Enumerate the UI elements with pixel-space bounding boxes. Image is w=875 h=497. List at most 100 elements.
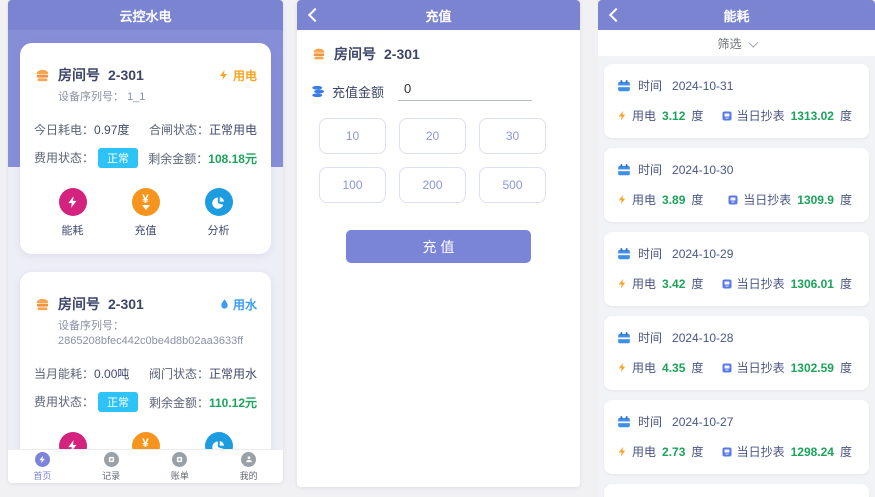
calendar-icon xyxy=(617,331,631,345)
time-label: 时间 xyxy=(638,329,662,346)
electric-type-label: 用电 xyxy=(233,67,257,84)
usage-unit: 度 xyxy=(691,191,703,208)
energy-entry-card: 时间 2024-10-28 用电 4.35 度 当日抄表 1302.59 度 xyxy=(604,316,869,390)
fee-status: 费用状态：正常 xyxy=(34,392,138,412)
action-analyze[interactable]: 分析 xyxy=(205,188,233,238)
energy-entry-card: 时间 2024-10-27 用电 2.73 度 当日抄表 1298.24 度 xyxy=(604,400,869,474)
quick-amount-button[interactable]: 100 xyxy=(319,167,386,203)
home-header: 云控水电 xyxy=(8,0,283,30)
meter-label: 当日抄表 xyxy=(737,275,785,292)
meter-value: 1306.01 xyxy=(791,277,834,291)
energy-entry-card: 时间 2024-10-30 用电 3.89 度 当日抄表 1309.9 度 xyxy=(604,148,869,222)
meter-unit: 度 xyxy=(840,275,852,292)
usage-value: 4.35 xyxy=(662,361,685,375)
room-label: 房间号 xyxy=(58,294,100,314)
tab-bills[interactable]: 账单 xyxy=(146,450,215,483)
bills-doc-icon xyxy=(172,452,187,467)
lightning-icon xyxy=(617,110,628,121)
chevron-down-icon xyxy=(748,37,758,47)
recharge-title: 充值 xyxy=(425,6,451,25)
room-number: 2-301 xyxy=(384,46,420,62)
tab-records[interactable]: 记录 xyxy=(77,450,146,483)
energy-title: 能耗 xyxy=(723,6,749,25)
coins-icon xyxy=(311,84,326,99)
home-title: 云控水电 xyxy=(119,6,171,25)
lightning-icon xyxy=(617,446,628,457)
usage-unit: 度 xyxy=(691,275,703,292)
back-icon[interactable] xyxy=(611,9,623,21)
quick-amount-button[interactable]: 20 xyxy=(399,118,466,154)
tab-mine[interactable]: 我的 xyxy=(214,450,283,483)
balance: 剩余金额：108.18元 xyxy=(148,150,257,167)
electric-type-tag: 用电 xyxy=(218,67,257,84)
status-badge: 正常 xyxy=(98,392,138,412)
water-type-label: 用水 xyxy=(233,296,257,313)
quick-amount-button[interactable]: 200 xyxy=(399,167,466,203)
usage-value: 3.42 xyxy=(662,277,685,291)
pie-chart-icon xyxy=(205,188,233,216)
meter-value: 1302.59 xyxy=(791,361,834,375)
quick-amount-button[interactable]: 30 xyxy=(479,118,546,154)
room-label: 房间号 xyxy=(334,44,376,64)
energy-entry-card: 时间 2024-10-29 用电 3.42 度 当日抄表 1306.01 度 xyxy=(604,232,869,306)
tab-bar: 首页 记录 账单 我的 xyxy=(8,449,283,483)
time-label: 时间 xyxy=(638,77,662,94)
meter-label: 当日抄表 xyxy=(737,107,785,124)
action-energy[interactable]: 能耗 xyxy=(59,188,87,238)
meter-value: 1309.9 xyxy=(797,193,834,207)
usage-label: 用电 xyxy=(632,443,656,460)
entry-date: 2024-10-29 xyxy=(672,247,733,261)
meter-icon xyxy=(727,194,739,206)
amount-input[interactable] xyxy=(398,81,532,101)
amount-label: 充值金额 xyxy=(332,82,384,101)
water-type-tag: 用水 xyxy=(219,296,257,313)
energy-entry-card: 时间 2024-10-31 用电 3.12 度 当日抄表 1313.02 度 xyxy=(604,64,869,138)
lightning-icon xyxy=(617,278,628,289)
meter-icon xyxy=(721,278,733,290)
usage-label: 用电 xyxy=(632,275,656,292)
time-label: 时间 xyxy=(638,245,662,262)
home-lightning-icon xyxy=(35,452,50,467)
serial-row: 设备序列号：2865208bfec442c0be4d8b02aa3633ff xyxy=(20,314,271,349)
quick-amounts: 10 20 30 100 200 500 xyxy=(311,118,566,203)
usage-unit: 度 xyxy=(691,107,703,124)
calendar-icon xyxy=(617,79,631,93)
energy-header: 能耗 xyxy=(598,0,875,30)
room-icon xyxy=(34,296,51,313)
usage-value: 3.89 xyxy=(662,193,685,207)
meter-icon xyxy=(721,110,733,122)
calendar-icon xyxy=(617,163,631,177)
lightning-icon xyxy=(617,194,628,205)
recharge-screen: 充值 房间号 2-301 充值金额 10 20 30 100 xyxy=(297,0,580,487)
home-screen: 云控水电 房间号 2-301 用电 设备序列号： 1_1 今日耗电：0.97度 … xyxy=(8,0,283,483)
entry-date: 2024-10-31 xyxy=(672,79,733,93)
quick-amount-button[interactable]: 500 xyxy=(479,167,546,203)
time-label: 时间 xyxy=(638,161,662,178)
tab-home[interactable]: 首页 xyxy=(8,450,77,483)
balance: 剩余金额：110.12元 xyxy=(149,394,257,411)
meter-value: 1298.24 xyxy=(791,445,834,459)
meter-value: 1313.02 xyxy=(791,109,834,123)
meter-unit: 度 xyxy=(840,443,852,460)
calendar-icon xyxy=(617,247,631,261)
entry-date: 2024-10-27 xyxy=(672,415,733,429)
filter-dropdown[interactable]: 筛选 xyxy=(598,30,875,56)
action-recharge[interactable]: ¥ 充值 xyxy=(132,188,160,238)
switch-stat: 合闸状态：正常用电 xyxy=(149,121,257,138)
recharge-header: 充值 xyxy=(297,0,580,30)
quick-amount-button[interactable]: 10 xyxy=(319,118,386,154)
usage-stat: 当月能耗：0.00吨 xyxy=(34,365,129,382)
meter-label: 当日抄表 xyxy=(737,443,785,460)
back-icon[interactable] xyxy=(310,9,322,21)
valve-stat: 阀门状态：正常用水 xyxy=(149,365,257,382)
electric-room-card: 房间号 2-301 用电 设备序列号： 1_1 今日耗电：0.97度 合闸状态：… xyxy=(20,43,271,254)
meter-unit: 度 xyxy=(840,191,852,208)
usage-stat: 今日耗电：0.97度 xyxy=(34,121,129,138)
energy-lightning-icon xyxy=(59,188,87,216)
filter-label: 筛选 xyxy=(717,35,741,52)
meter-unit: 度 xyxy=(840,359,852,376)
recharge-submit-button[interactable]: 充 值 xyxy=(346,230,531,263)
usage-unit: 度 xyxy=(691,443,703,460)
meter-unit: 度 xyxy=(840,107,852,124)
energy-screen: 能耗 筛选 时间 2024-10-31 用电 3.12 度 xyxy=(598,0,875,497)
